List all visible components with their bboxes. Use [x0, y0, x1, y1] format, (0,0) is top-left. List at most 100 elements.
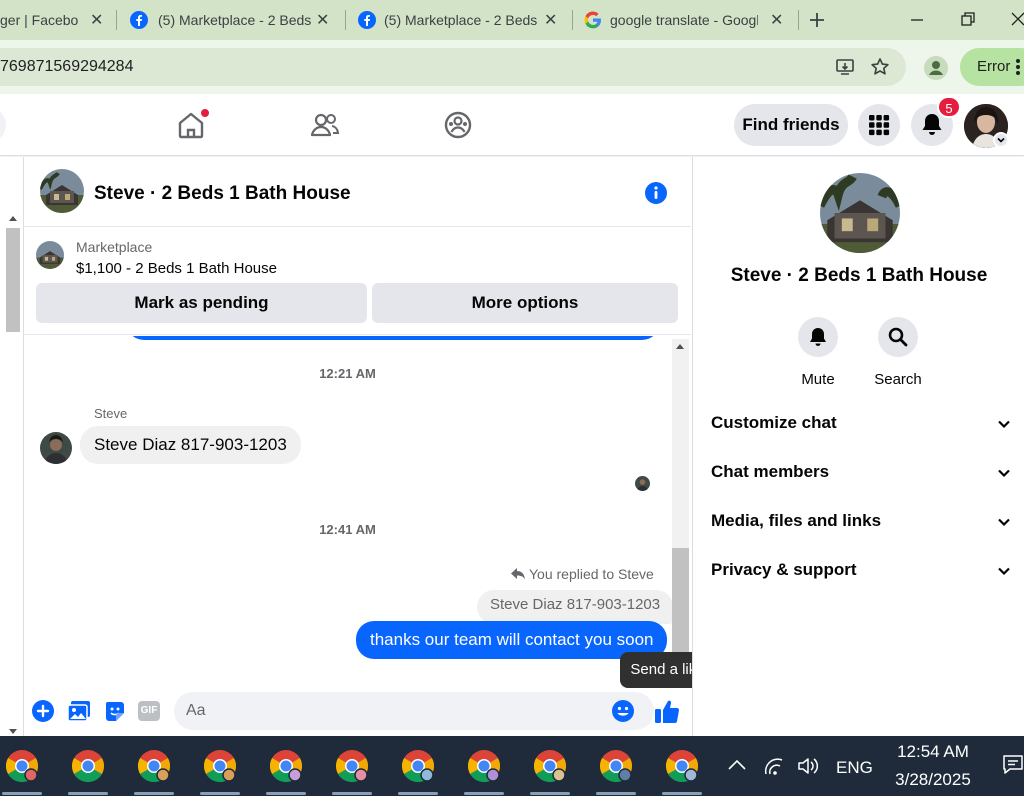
quoted-message[interactable]: Steve Diaz 817-903-1203	[477, 590, 674, 624]
reply-note: You replied to Steve	[529, 566, 654, 582]
search-button[interactable]	[878, 317, 918, 357]
message-input[interactable]	[174, 692, 654, 730]
browser-tab-strip: ger | Facebook ✕ (5) Marketplace - 2 Bed…	[0, 0, 1024, 40]
restore-window-icon[interactable]	[960, 11, 976, 27]
tab-separator	[572, 10, 573, 30]
address-bar[interactable]: 769871569294284	[0, 48, 906, 86]
tab-separator	[116, 10, 117, 30]
close-window-icon[interactable]	[1010, 11, 1024, 27]
section-chat-members[interactable]: Chat members	[711, 462, 1011, 492]
tab-google-translate[interactable]: google translate - Google ✕	[574, 0, 798, 40]
find-friends-button[interactable]: Find friends	[734, 104, 848, 146]
chat-avatar[interactable]	[40, 169, 84, 213]
input-language[interactable]: ENG	[836, 758, 873, 778]
scroll-up-arrow-icon[interactable]	[675, 342, 685, 350]
section-label: Chat members	[711, 462, 830, 481]
url-text[interactable]: 769871569294284	[0, 58, 133, 76]
taskbar-running-indicator	[134, 792, 174, 795]
search-action[interactable]: Search	[868, 317, 928, 388]
chrome-taskbar-icon[interactable]	[4, 748, 40, 784]
more-menu-icon[interactable]	[1014, 58, 1022, 76]
chrome-taskbar-icon[interactable]	[202, 748, 238, 784]
tab-title: (5) Marketplace - 2 Beds	[158, 12, 312, 28]
section-label: Customize chat	[711, 413, 837, 432]
clock-date[interactable]: 3/28/2025	[890, 770, 976, 790]
account-menu-chevron[interactable]	[993, 132, 1009, 148]
reply-arrow-icon	[511, 568, 525, 580]
wifi-icon[interactable]	[763, 756, 785, 776]
scroll-up-arrow-icon[interactable]	[8, 214, 18, 222]
info-icon[interactable]	[644, 181, 668, 205]
tab-title: google translate - Google	[610, 12, 758, 28]
chrome-taskbar-icon[interactable]	[268, 748, 304, 784]
show-hidden-icons-chevron-icon[interactable]	[727, 758, 747, 772]
menu-grid-button[interactable]	[858, 104, 900, 146]
new-tab-plus-icon[interactable]	[809, 12, 825, 28]
windows-taskbar: ENG 12:54 AM 3/28/2025	[0, 736, 1024, 796]
clock-time[interactable]: 12:54 AM	[890, 742, 976, 762]
listing-price-title[interactable]: $1,100 - 2 Beds 1 Bath House	[76, 260, 277, 277]
volume-icon[interactable]	[797, 756, 819, 776]
marketplace-listing-bar: Marketplace $1,100 - 2 Beds 1 Bath House…	[24, 227, 691, 335]
more-options-button[interactable]: More options	[372, 283, 678, 323]
tab-close-icon[interactable]: ✕	[544, 10, 557, 30]
tab-close-icon[interactable]: ✕	[316, 10, 329, 30]
groups-icon[interactable]	[443, 110, 473, 140]
tab-marketplace-2[interactable]: (5) Marketplace - 2 Beds ✕	[346, 0, 572, 40]
tab-messenger[interactable]: ger | Facebook ✕	[0, 0, 116, 40]
outgoing-message-bubble[interactable]: thanks our team will contact you soon	[356, 621, 668, 659]
chevron-down-icon	[998, 469, 1010, 478]
section-privacy-support[interactable]: Privacy & support	[711, 560, 1011, 590]
house-photo	[820, 173, 900, 253]
chrome-taskbar-icon[interactable]	[70, 748, 106, 784]
timestamp: 12:41 AM	[319, 522, 376, 537]
chrome-taskbar-icon[interactable]	[532, 748, 568, 784]
minimize-icon[interactable]	[909, 12, 925, 28]
notification-center-icon[interactable]	[1002, 754, 1024, 776]
bell-icon	[922, 114, 942, 135]
gif-button[interactable]: GIF	[138, 701, 160, 721]
chat-list-scrollbar-thumb[interactable]	[6, 228, 20, 332]
tab-title: ger | Facebook	[0, 12, 78, 28]
sticker-icon[interactable]	[104, 700, 126, 722]
chrome-taskbar-icon[interactable]	[664, 748, 700, 784]
friends-icon[interactable]	[310, 110, 340, 140]
tab-marketplace-1[interactable]: (5) Marketplace - 2 Beds ✕	[118, 0, 344, 40]
search-box-edge[interactable]	[0, 108, 6, 142]
taskbar-running-indicator	[596, 792, 636, 795]
photo-gallery-icon[interactable]	[67, 700, 91, 722]
section-customize-chat[interactable]: Customize chat	[711, 413, 1011, 443]
install-app-icon[interactable]	[835, 57, 855, 77]
conversation-photo[interactable]	[820, 173, 900, 253]
sender-avatar[interactable]	[40, 432, 72, 464]
chat-title[interactable]: Steve · 2 Beds 1 Bath House	[94, 183, 351, 205]
sender-name: Steve	[94, 406, 128, 421]
tab-close-icon[interactable]: ✕	[770, 10, 783, 30]
chrome-taskbar-icon[interactable]	[400, 748, 436, 784]
section-media-files-links[interactable]: Media, files and links	[711, 511, 1011, 541]
profile-icon[interactable]	[924, 56, 948, 80]
mark-as-pending-button[interactable]: Mark as pending	[36, 283, 367, 323]
emoji-icon[interactable]	[611, 699, 635, 723]
plus-circle-icon[interactable]	[32, 700, 54, 722]
house-photo	[36, 241, 64, 269]
tab-separator	[798, 10, 799, 30]
taskbar-running-indicator	[398, 792, 438, 795]
tab-close-icon[interactable]: ✕	[90, 10, 103, 30]
previous-outgoing-bubble[interactable]	[126, 336, 660, 340]
chrome-taskbar-icon[interactable]	[334, 748, 370, 784]
scroll-down-arrow-icon[interactable]	[8, 728, 18, 736]
listing-thumbnail[interactable]	[36, 241, 64, 269]
chrome-taskbar-icon[interactable]	[136, 748, 172, 784]
thumbs-up-like-icon[interactable]	[653, 697, 681, 725]
chevron-down-icon	[998, 518, 1010, 527]
chrome-taskbar-icon[interactable]	[466, 748, 502, 784]
message-scrollbar-thumb[interactable]	[672, 548, 689, 652]
taskbar-running-indicator	[68, 792, 108, 795]
bookmark-star-icon[interactable]	[870, 57, 890, 77]
facebook-icon	[130, 11, 148, 29]
chrome-taskbar-icon[interactable]	[598, 748, 634, 784]
incoming-message-bubble[interactable]: Steve Diaz 817-903-1203	[80, 426, 301, 464]
mute-button[interactable]	[798, 317, 838, 357]
mute-action[interactable]: Mute	[788, 317, 848, 388]
